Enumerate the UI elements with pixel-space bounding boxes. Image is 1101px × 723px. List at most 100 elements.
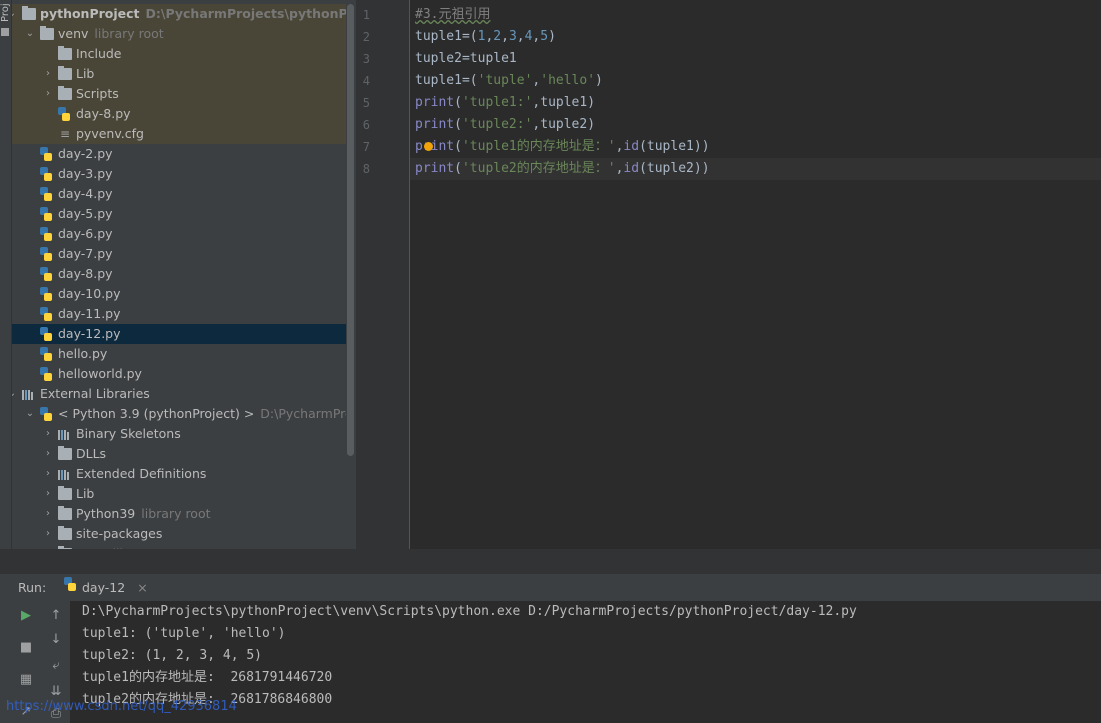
project-scrollbar-thumb[interactable]: [347, 4, 354, 456]
project-vertical-tab[interactable]: Proj: [0, 0, 11, 22]
chevron-down-icon[interactable]: ⌄: [12, 384, 18, 404]
tree-item-day-4-py[interactable]: day-4.py: [12, 184, 356, 204]
python-file-icon: [40, 347, 52, 361]
tree-item-day-8-py[interactable]: day-8.py: [12, 264, 356, 284]
line-number: 6: [362, 118, 370, 132]
tree-item-lib[interactable]: › Lib: [12, 64, 356, 84]
python-file-icon: [40, 207, 52, 221]
chevron-right-icon[interactable]: ›: [42, 504, 54, 524]
run-panel-title: Run:: [18, 580, 47, 595]
tree-item-label: Scripts: [76, 86, 119, 101]
chevron-right-icon[interactable]: ›: [42, 84, 54, 104]
tree-item-include[interactable]: Include: [12, 44, 356, 64]
tree-item-hello-py[interactable]: hello.py: [12, 344, 356, 364]
editor-gutter: 1 2 3 4 5 6 7 8: [356, 0, 410, 549]
code-line-3[interactable]: tuple2=tuple1: [415, 48, 517, 70]
code-line-1[interactable]: #3.元祖引用: [415, 4, 490, 26]
close-tab-icon[interactable]: ×: [137, 580, 147, 595]
run-icon[interactable]: ▶: [17, 607, 35, 625]
tree-item-label: pyvenv.cfg: [76, 126, 144, 141]
watermark: https://www.csdn.net/qq_42936814: [6, 699, 237, 714]
tree-item-day-11-py[interactable]: day-11.py: [12, 304, 356, 324]
tree-item-day-7-py[interactable]: day-7.py: [12, 244, 356, 264]
chevron-right-icon[interactable]: ›: [42, 424, 54, 444]
tree-item-day-8-py[interactable]: day-8.py: [12, 104, 356, 124]
tree-item-binary-skeletons[interactable]: › Binary Skeletons: [12, 424, 356, 444]
tree-item-dlls[interactable]: › DLLs: [12, 444, 356, 464]
tree-item-hint: library root: [141, 506, 211, 521]
tree-item-label: day-12.py: [58, 326, 121, 341]
chevron-down-icon[interactable]: ⌄: [12, 4, 18, 24]
code-line-4[interactable]: tuple1=('tuple','hello'): [415, 70, 603, 92]
code-comment: #3.元祖引用: [415, 7, 491, 22]
python-file-icon: [40, 267, 52, 281]
code-line-2[interactable]: tuple1=(1,2,3,4,5): [415, 26, 556, 48]
tree-item-scripts[interactable]: › Scripts: [12, 84, 356, 104]
tree-item-day-3-py[interactable]: day-3.py: [12, 164, 356, 184]
console-line: tuple2: (1, 2, 3, 4, 5): [82, 648, 263, 663]
run-tab-day-12[interactable]: day-12 ×: [62, 574, 156, 602]
tree-item-venv[interactable]: ⌄ venv library root: [12, 24, 356, 44]
python-file-icon: [40, 367, 52, 381]
project-scrollbar[interactable]: [346, 0, 356, 573]
tree-item-day-5-py[interactable]: day-5.py: [12, 204, 356, 224]
python-file-icon: [40, 227, 52, 241]
tree-item-label: hello.py: [58, 346, 108, 361]
chevron-down-icon[interactable]: ⌄: [24, 404, 36, 424]
project-tool-icon[interactable]: [1, 28, 9, 36]
line-number: 5: [362, 96, 370, 110]
tree-item-day-6-py[interactable]: day-6.py: [12, 224, 356, 244]
tree-item-label: day-7.py: [58, 246, 113, 261]
line-number: 8: [362, 162, 370, 176]
chevron-right-icon[interactable]: ›: [42, 64, 54, 84]
chevron-right-icon[interactable]: ›: [42, 484, 54, 504]
config-file-icon: ≡: [59, 127, 71, 141]
tree-item-label: pythonProject: [40, 6, 140, 21]
python-file-icon: [64, 577, 76, 591]
tree-item-label: day-11.py: [58, 306, 121, 321]
tree-item-day-2-py[interactable]: day-2.py: [12, 144, 356, 164]
scroll-up-icon[interactable]: ↑: [47, 607, 65, 625]
tree-item-day-10-py[interactable]: day-10.py: [12, 284, 356, 304]
code-line-5[interactable]: print('tuple1:',tuple1): [415, 92, 595, 114]
layout-icon[interactable]: ▦: [17, 671, 35, 689]
chevron-right-icon[interactable]: ›: [42, 464, 54, 484]
chevron-right-icon[interactable]: ›: [42, 524, 54, 544]
tree-item-site-packages[interactable]: › site-packages: [12, 524, 356, 544]
tree-item-pyvenv-cfg[interactable]: ≡ pyvenv.cfg: [12, 124, 356, 144]
tree-item-extended-definitions[interactable]: › Extended Definitions: [12, 464, 356, 484]
python-file-icon: [40, 147, 52, 161]
tree-item-hint: D:\PycharmProjec: [260, 406, 356, 421]
code-line-7[interactable]: print('tuple1的内存地址是：',id(tuple1)): [415, 136, 710, 158]
tree-item-label: Python39: [76, 506, 136, 521]
code-line-8[interactable]: print('tuple2的内存地址是：',id(tuple2)): [410, 158, 1101, 180]
tree-item-python39[interactable]: › Python39 library root: [12, 504, 356, 524]
library-icon: [58, 468, 72, 480]
panel-divider[interactable]: [0, 549, 1101, 573]
tree-item-external-libraries[interactable]: ⌄ External Libraries: [12, 384, 356, 404]
tree-item-label: day-6.py: [58, 226, 113, 241]
tree-item-label: day-8.py: [76, 106, 131, 121]
code-editor[interactable]: #3.元祖引用 tuple1=(1,2,3,4,5) tuple2=tuple1…: [410, 0, 1101, 549]
intention-bulb-icon[interactable]: [424, 142, 433, 151]
folder-icon: [22, 6, 36, 20]
project-tree-panel: ⌄ pythonProject D:\PycharmProjects\pythonP…: [12, 0, 356, 573]
python-sdk-icon: [40, 407, 52, 421]
tree-item-lib[interactable]: › Lib: [12, 484, 356, 504]
tree-item-hint: D:\PycharmProjects\pythonProject: [145, 6, 356, 21]
library-icon: [22, 388, 36, 400]
tree-item-pythonproject[interactable]: ⌄ pythonProject D:\PycharmProjects\pythonP…: [12, 4, 356, 24]
stop-icon[interactable]: ■: [17, 639, 35, 657]
soft-wrap-icon[interactable]: ⤶: [47, 657, 65, 675]
chevron-down-icon[interactable]: ⌄: [24, 24, 36, 44]
tree-item-label: day-5.py: [58, 206, 113, 221]
tree-item-day-12-py[interactable]: day-12.py: [12, 324, 356, 344]
chevron-right-icon[interactable]: ›: [42, 444, 54, 464]
tree-item-python-3-9-pythonproject[interactable]: ⌄ < Python 3.9 (pythonProject) > D:\Pychar…: [12, 404, 356, 424]
python-file-icon: [58, 107, 70, 121]
tree-item-label: DLLs: [76, 446, 107, 461]
tree-item-label: venv: [58, 26, 89, 41]
code-line-6[interactable]: print('tuple2:',tuple2): [415, 114, 595, 136]
scroll-down-icon[interactable]: ↓: [47, 631, 65, 649]
tree-item-helloworld-py[interactable]: helloworld.py: [12, 364, 356, 384]
